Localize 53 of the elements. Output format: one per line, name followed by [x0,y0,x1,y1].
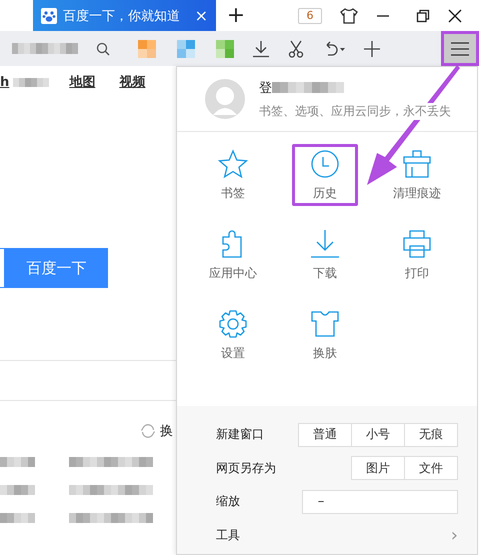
clock-icon [310,148,340,178]
menu-item[interactable]: 下载 [292,224,358,286]
blurred-address [12,43,78,54]
search-button[interactable]: 百度一下 [5,248,108,288]
shirt-icon[interactable] [340,8,358,24]
tab-title: 百度一下，你就知道 [63,8,181,24]
star-icon [218,148,248,178]
scissors-icon[interactable] [288,40,304,58]
blurred-text [272,82,344,93]
refresh-link[interactable]: 换 [160,422,173,440]
option-button[interactable]: 无痕 [404,422,458,447]
nav-link[interactable]: 地图 [69,73,96,91]
menu-row-label: 工具 [216,526,240,544]
menu-item[interactable]: 历史 [292,144,358,206]
restore-icon[interactable] [416,8,430,22]
option-button[interactable]: 图片 [351,456,405,480]
close-icon[interactable] [448,8,462,22]
menu-item[interactable]: 应用中心 [200,224,266,286]
blurred-text [13,78,50,86]
menu-icon [451,42,469,56]
blurred-text [0,485,35,495]
shirt-icon [310,308,340,338]
blurred-text [0,457,35,467]
plus-icon[interactable] [364,40,380,56]
option-button[interactable]: 普通 [298,422,352,447]
download-icon[interactable] [252,40,270,58]
download-icon [310,228,340,258]
tab-count-badge[interactable]: 6 [298,8,322,24]
menu-button[interactable] [441,31,479,66]
new-tab-button[interactable]: + [226,3,246,28]
nav-link[interactable]: 视频 [119,73,146,91]
menu-item[interactable]: 清理痕迹 [384,144,450,206]
option-button[interactable]: 小号 [351,422,405,447]
paw-icon [41,8,57,24]
menu-item[interactable]: 换肤 [292,304,358,366]
tab-close-button[interactable]: × [194,6,208,25]
menu-item[interactable]: 打印 [384,224,450,286]
menu-item[interactable]: 设置 [200,304,266,366]
settings-icon [218,308,248,338]
search-icon[interactable] [96,42,110,56]
nav-link[interactable]: h [0,74,10,90]
blurred-text [0,513,35,523]
login-link[interactable]: 登 [259,78,272,96]
menu-row-label: 缩放 [216,493,240,510]
menu-item[interactable]: 书签 [200,144,266,206]
menu-row-label: 新建窗口 [216,426,264,444]
option-button[interactable]: 文件 [404,456,458,480]
browser-tab[interactable]: 百度一下，你就知道 × [33,0,216,31]
menu-row-label: 网页另存为 [216,460,276,477]
printer-icon [402,228,432,258]
zoom-control[interactable]: － [302,490,458,514]
login-hint: 书签、选项、应用云同步，永不丢失 [259,102,451,120]
box-icon [402,148,432,178]
